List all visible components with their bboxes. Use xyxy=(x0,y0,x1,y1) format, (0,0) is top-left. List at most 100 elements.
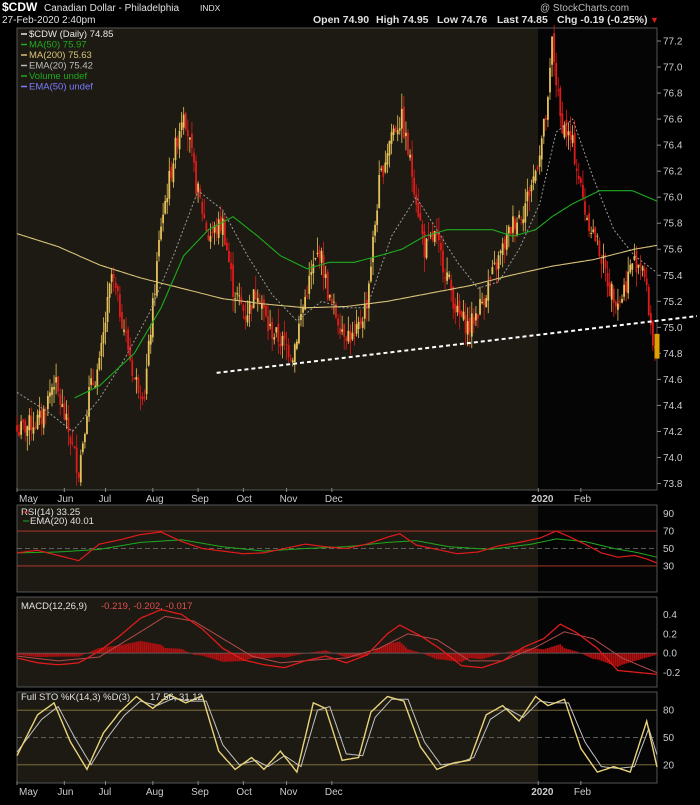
macd-hist-bar xyxy=(116,645,119,654)
candle-body xyxy=(617,303,619,310)
macd-hist-bar xyxy=(649,653,652,657)
candle-body xyxy=(153,293,156,295)
macd-hist-bar xyxy=(472,653,475,659)
macd-hist-bar xyxy=(203,653,206,657)
price-month-label: Aug xyxy=(146,494,164,505)
macd-hist-bar xyxy=(431,653,434,658)
candle-body xyxy=(71,442,74,444)
candle-body xyxy=(127,329,130,351)
candle-body xyxy=(298,323,300,344)
macd-hist-bar xyxy=(38,653,41,658)
candle xyxy=(460,310,463,318)
macd-hist-bar xyxy=(137,641,140,654)
macd-hist-bar xyxy=(221,653,224,662)
candle-body xyxy=(256,298,259,303)
macd-hist-bar xyxy=(544,648,547,654)
macd-hist-bar xyxy=(71,653,74,657)
candle-body xyxy=(221,218,224,235)
candle-body xyxy=(370,266,372,282)
candle-body xyxy=(61,404,64,408)
candle-body xyxy=(458,300,461,315)
candle-body xyxy=(569,130,572,140)
candle-body xyxy=(643,268,646,278)
candle-body xyxy=(24,420,27,433)
macd-hist-bar xyxy=(164,647,167,654)
macd-hist-bar xyxy=(180,648,183,654)
macd-hist-bar xyxy=(374,650,376,654)
candle xyxy=(326,269,329,302)
stockchart: $CDW Canadian Dollar - Philadelphia INDX… xyxy=(0,0,700,800)
symbol-name: Canadian Dollar - Philadelphia xyxy=(44,3,180,14)
candle-body xyxy=(538,155,541,167)
rsi-tick-label: 70 xyxy=(663,527,675,538)
candle-body xyxy=(390,132,393,144)
candle-body xyxy=(524,203,527,223)
candle-body xyxy=(211,232,214,234)
candle-body xyxy=(509,226,512,234)
macd-hist-bar xyxy=(493,653,496,656)
price-tick-label: 75.0 xyxy=(663,323,683,334)
legend-label: EMA(20) 75.42 xyxy=(29,61,93,72)
candle-body xyxy=(606,273,609,287)
candle-body xyxy=(507,226,510,234)
candle-body xyxy=(405,132,407,137)
candle-body xyxy=(431,231,434,241)
candle-body xyxy=(528,190,531,196)
macd-hist-bar xyxy=(240,653,243,662)
candle-body xyxy=(320,250,323,263)
price-tick-label: 76.2 xyxy=(663,167,683,178)
candle-body xyxy=(586,218,588,220)
bottom-month-label: Aug xyxy=(146,787,164,798)
macd-hist-bar xyxy=(30,653,33,657)
macd-hist-bar xyxy=(176,648,179,654)
candle-body xyxy=(55,377,57,383)
candle-body xyxy=(316,252,319,254)
candle-body xyxy=(285,344,288,346)
candle-body xyxy=(51,387,53,395)
candle-body xyxy=(629,264,632,273)
candle-body xyxy=(647,286,650,315)
candle-body xyxy=(565,119,568,137)
bottom-month-label: May xyxy=(19,787,38,798)
candle-body xyxy=(600,259,603,264)
sto-tick-label: 20 xyxy=(663,760,675,771)
candle-body xyxy=(102,332,105,344)
macd-hist-bar xyxy=(40,653,43,657)
candle-body xyxy=(34,426,37,428)
macd-hist-bar xyxy=(207,653,210,658)
candle-body xyxy=(645,278,648,286)
candle-body xyxy=(172,163,175,183)
candle-body xyxy=(384,162,387,173)
macd-hist-bar xyxy=(127,643,130,654)
candle-body xyxy=(135,376,138,380)
macd-hist-bar xyxy=(487,653,490,658)
candle-body xyxy=(423,231,426,258)
candle-body xyxy=(252,289,255,309)
macd-hist-bar xyxy=(440,653,442,660)
candle-body xyxy=(610,283,613,300)
candle-body xyxy=(295,341,298,349)
sto-values: 17.56, 31.12 xyxy=(150,692,203,703)
macd-hist-bar xyxy=(172,648,175,654)
macd-hist-bar xyxy=(468,653,471,659)
price-month-label: May xyxy=(19,494,38,505)
macd-hist-bar xyxy=(178,648,181,654)
candle-body xyxy=(20,421,23,435)
candle-body xyxy=(551,36,553,65)
macd-hist-bar xyxy=(55,653,57,657)
candle xyxy=(184,111,187,131)
price-shade-2019 xyxy=(17,28,539,490)
macd-hist-bar xyxy=(67,653,70,657)
macd-hist-bar xyxy=(481,653,483,660)
candle-body xyxy=(577,175,580,180)
macd-hist-bar xyxy=(388,643,391,654)
macd-hist-bar xyxy=(641,653,644,659)
macd-hist-bar xyxy=(153,643,156,654)
candle-body xyxy=(596,235,599,237)
candle-body xyxy=(483,298,486,306)
candle-body xyxy=(637,264,640,268)
candle-body xyxy=(625,281,628,292)
macd-hist-bar xyxy=(92,650,95,654)
macd-hist-bar xyxy=(551,646,553,654)
macd-hist-bar xyxy=(267,653,269,659)
